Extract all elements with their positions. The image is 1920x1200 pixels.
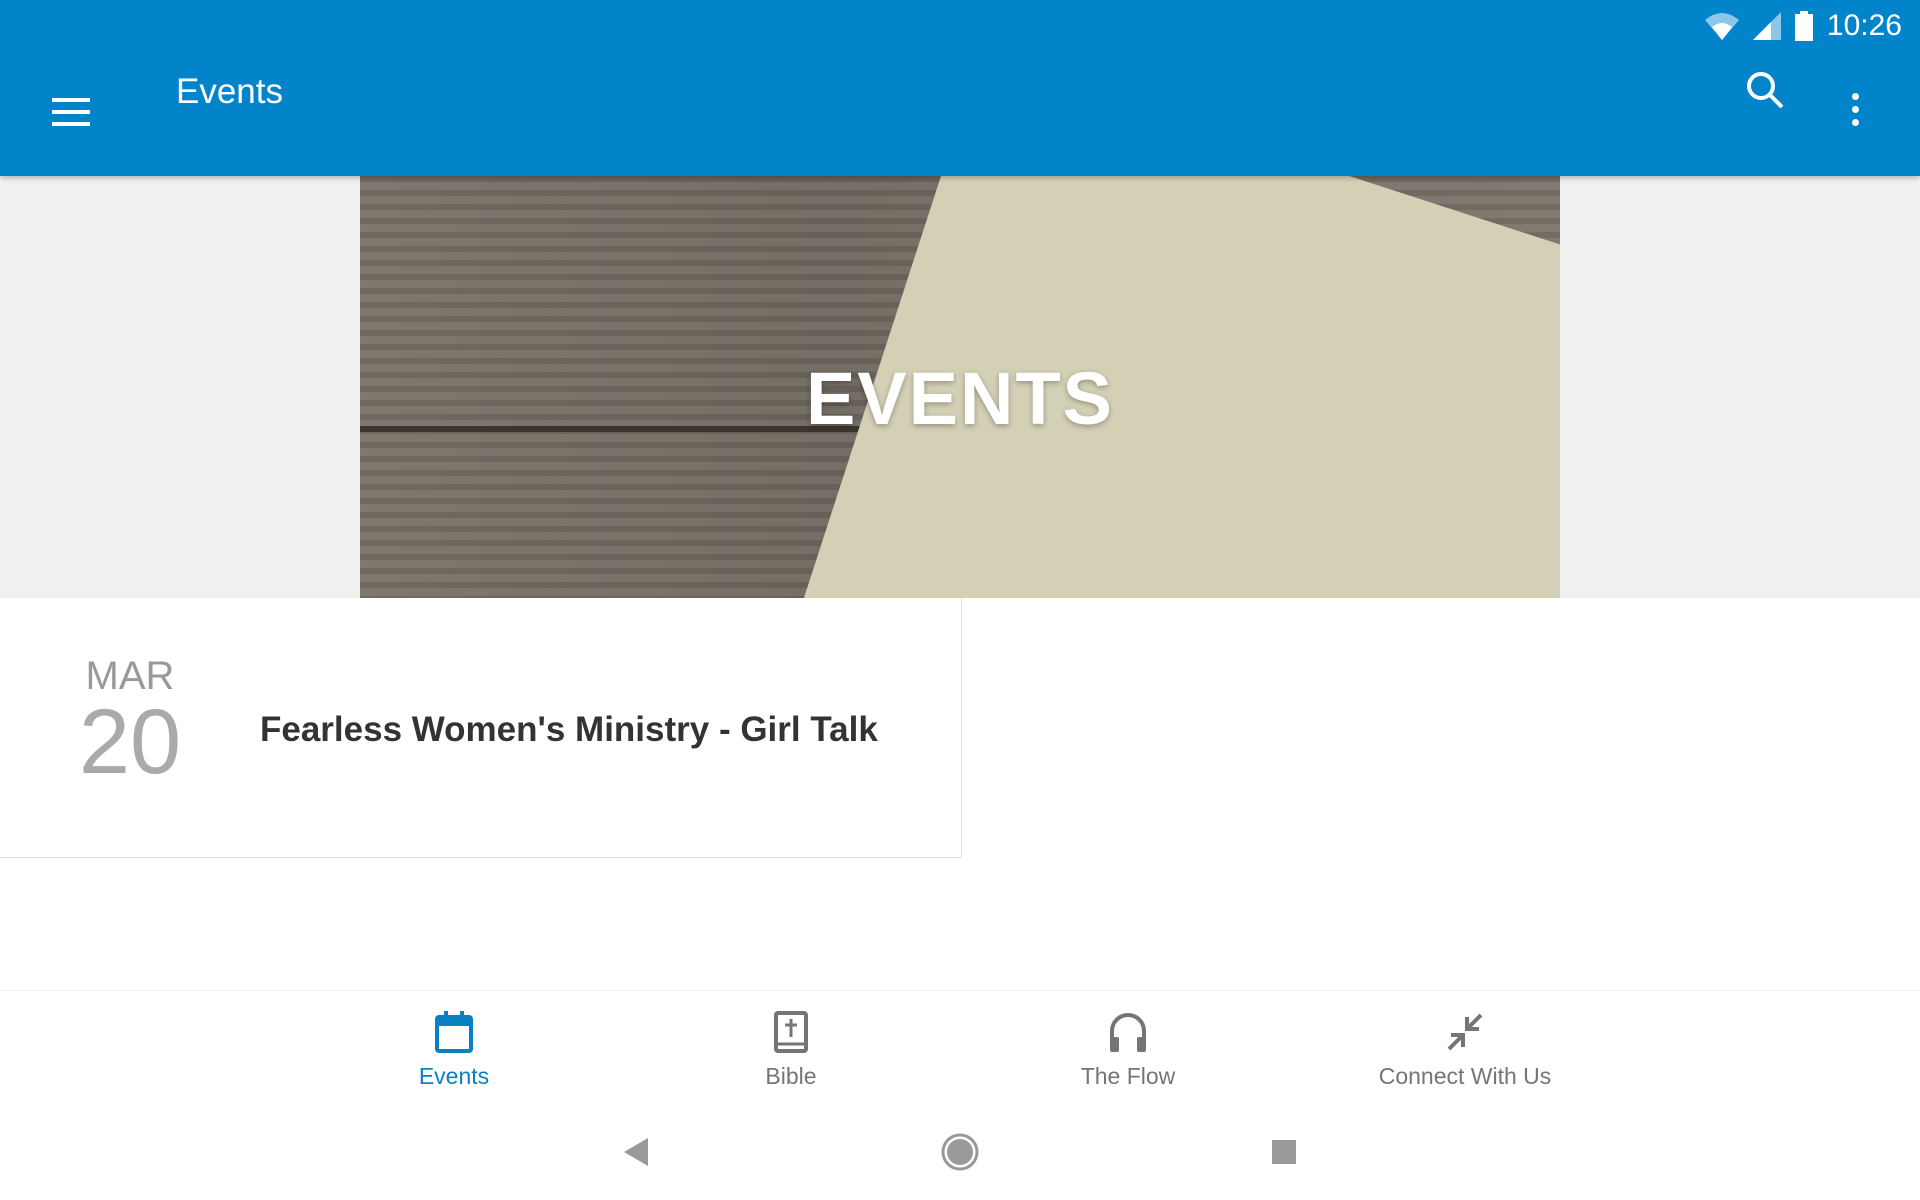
system-nav-bar: [0, 1100, 1920, 1200]
search-icon[interactable]: [1745, 70, 1785, 110]
signal-icon: [1752, 12, 1781, 40]
tab-label: Connect With Us: [1378, 1063, 1552, 1089]
wifi-icon: [1704, 13, 1739, 40]
events-banner: EVENTS: [360, 176, 1560, 598]
tab-label: The Flow: [1080, 1063, 1176, 1089]
home-icon[interactable]: [940, 1132, 980, 1172]
bottom-nav: Events Bible The Flow Connect With Us: [0, 990, 1920, 1100]
status-bar: 10:26: [1704, 6, 1902, 46]
tab-label: Events: [418, 1063, 490, 1089]
tab-connect-with-us[interactable]: Connect With Us: [1335, 1011, 1595, 1090]
tab-bible[interactable]: Bible: [661, 1011, 921, 1090]
event-card[interactable]: MAR 20 Fearless Women's Ministry - Girl …: [0, 598, 962, 858]
clock: 10:26: [1826, 9, 1902, 42]
back-icon[interactable]: [624, 1138, 650, 1166]
tab-label: Bible: [765, 1063, 817, 1089]
tab-the-flow[interactable]: The Flow: [998, 1011, 1258, 1090]
event-day: 20: [78, 691, 182, 793]
headphones-icon: [1110, 1013, 1146, 1052]
banner-title: EVENTS: [805, 357, 1115, 440]
app-bar: 10:26 Events: [0, 0, 1920, 176]
bible-icon: [774, 1011, 808, 1053]
event-title: Fearless Women's Ministry - Girl Talk: [260, 710, 878, 749]
tab-events[interactable]: Events: [324, 1011, 584, 1090]
recents-icon[interactable]: [1272, 1140, 1296, 1164]
more-vert-icon[interactable]: [1852, 93, 1860, 126]
menu-icon[interactable]: [52, 98, 90, 126]
battery-icon: [1794, 11, 1813, 41]
arrows-in-icon: [1447, 1013, 1483, 1051]
calendar-icon: [435, 1011, 473, 1053]
page-title: Events: [176, 72, 283, 111]
